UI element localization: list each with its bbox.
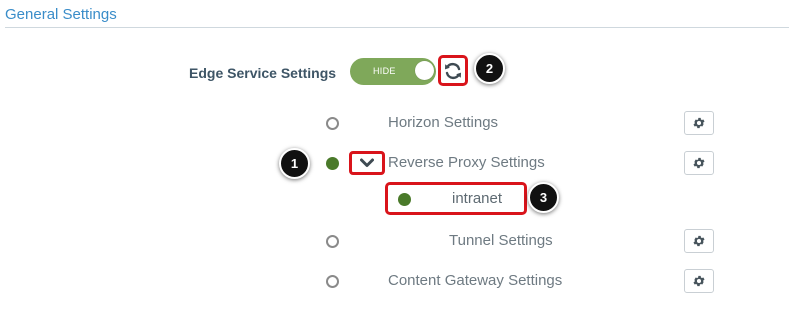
- horizon-status-indicator: [326, 117, 339, 130]
- refresh-button[interactable]: [438, 55, 468, 86]
- gear-icon: [693, 235, 705, 247]
- section-divider: [5, 27, 789, 28]
- toggle-label: HIDE: [373, 66, 396, 76]
- intranet-label[interactable]: intranet: [452, 190, 502, 207]
- chevron-down-icon: [360, 158, 374, 167]
- reverse-proxy-settings-gear-button[interactable]: [684, 151, 714, 175]
- tunnel-settings-gear-button[interactable]: [684, 229, 714, 253]
- callout-2: 2: [474, 53, 505, 84]
- refresh-icon: [445, 62, 461, 79]
- horizon-settings-label[interactable]: Horizon Settings: [388, 114, 498, 131]
- callout-3: 3: [528, 182, 559, 213]
- gear-icon: [693, 117, 705, 129]
- gear-icon: [693, 157, 705, 169]
- tunnel-settings-label[interactable]: Tunnel Settings: [449, 232, 553, 249]
- toggle-knob[interactable]: [415, 61, 434, 80]
- content-gateway-status-indicator: [326, 275, 339, 288]
- tunnel-status-indicator: [326, 235, 339, 248]
- content-gateway-settings-label[interactable]: Content Gateway Settings: [388, 272, 562, 289]
- edge-service-settings-label: Edge Service Settings: [189, 65, 337, 81]
- gear-icon: [693, 275, 705, 287]
- reverse-proxy-settings-label[interactable]: Reverse Proxy Settings: [388, 154, 545, 171]
- content-gateway-settings-gear-button[interactable]: [684, 269, 714, 293]
- reverse-proxy-status-indicator: [326, 157, 339, 170]
- reverse-proxy-expand-button[interactable]: [349, 151, 385, 175]
- intranet-status-indicator: [398, 193, 411, 206]
- section-title: General Settings: [5, 6, 117, 23]
- horizon-settings-gear-button[interactable]: [684, 111, 714, 135]
- callout-1: 1: [279, 148, 310, 179]
